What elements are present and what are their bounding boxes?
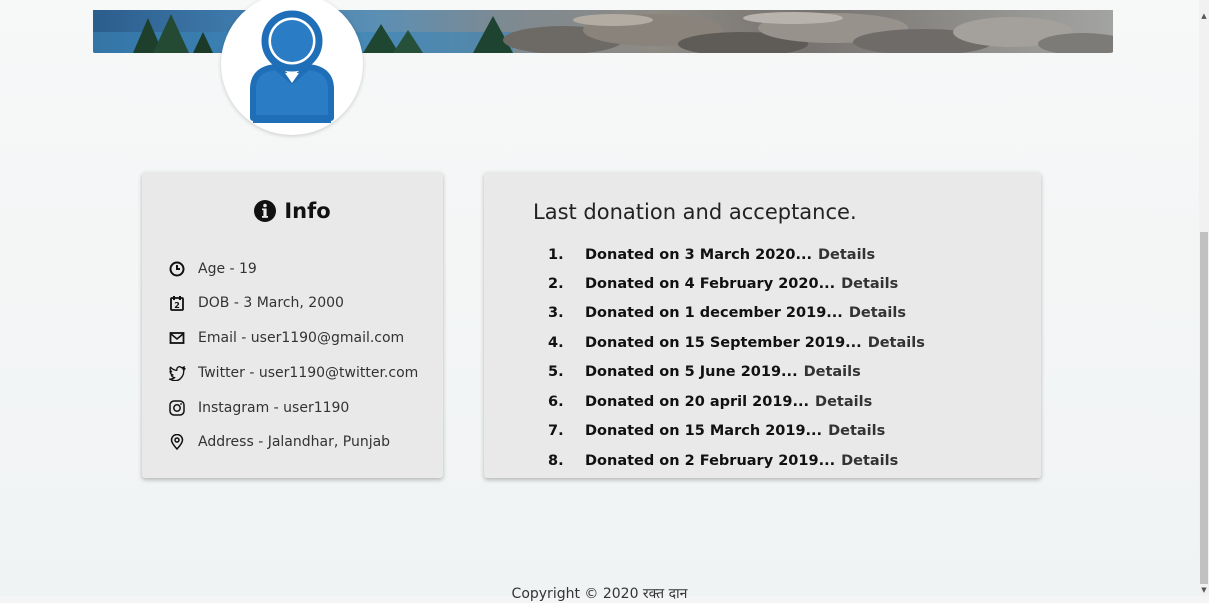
details-link[interactable]: Details — [849, 305, 906, 321]
donation-text: Donated on 20 april 2019... — [585, 394, 810, 410]
details-link[interactable]: Details — [804, 364, 861, 380]
footer-copyright: Copyright © 2020 रक्त दान — [511, 586, 688, 602]
donation-text: Donated on 4 February 2020... — [585, 276, 836, 292]
donation-text: Donated on 3 March 2020... — [585, 247, 812, 263]
details-link[interactable]: Details — [828, 423, 885, 439]
donation-number: 1. — [548, 247, 564, 263]
donation-number: 2. — [548, 276, 564, 292]
donation-text: Donated on 15 September 2019... — [585, 335, 862, 351]
info-card: Info Age - 19 2 DOB - 3 March, 2000 Emai… — [142, 172, 443, 478]
donation-text: Donated on 1 december 2019... — [585, 305, 843, 321]
svg-text:2: 2 — [174, 301, 180, 310]
info-age-text: Age - 19 — [198, 261, 257, 277]
donation-item: 6. Donated on 20 april 2019... Details — [548, 391, 872, 413]
info-item-age: Age - 19 — [168, 258, 257, 280]
details-link[interactable]: Details — [818, 247, 875, 263]
details-link[interactable]: Details — [841, 453, 898, 469]
info-instagram-text: Instagram - user1190 — [198, 400, 350, 416]
info-email-text: Email - user1190@gmail.com — [198, 330, 405, 346]
info-item-dob: 2 DOB - 3 March, 2000 — [168, 292, 344, 314]
info-title: Info — [284, 199, 331, 223]
details-link[interactable]: Details — [815, 394, 872, 410]
donation-item: 4. Donated on 15 September 2019... Detai… — [548, 332, 925, 354]
donation-item: 5. Donated on 5 June 2019... Details — [548, 361, 861, 383]
donation-text: Donated on 5 June 2019... — [585, 364, 798, 380]
donation-item: 1. Donated on 3 March 2020... Details — [548, 244, 875, 266]
donation-number: 5. — [548, 364, 564, 380]
mail-icon — [168, 329, 186, 347]
details-link[interactable]: Details — [841, 276, 898, 292]
info-dob-text: DOB - 3 March, 2000 — [198, 295, 344, 311]
calendar-icon: 2 — [168, 294, 186, 312]
donation-number: 3. — [548, 305, 564, 321]
instagram-icon — [168, 399, 186, 417]
donation-heading: Last donation and acceptance. — [533, 200, 857, 224]
info-address-text: Address - Jalandhar, Punjab — [198, 434, 391, 450]
info-twitter-text: Twitter - user1190@twitter.com — [198, 365, 419, 381]
twitter-icon — [168, 364, 186, 382]
scrollbar-thumb[interactable] — [1200, 232, 1208, 584]
donation-text: Donated on 15 March 2019... — [585, 423, 823, 439]
info-item-email: Email - user1190@gmail.com — [168, 327, 404, 349]
clock-icon — [168, 260, 186, 278]
donation-number: 8. — [548, 453, 564, 469]
donation-item: 7. Donated on 15 March 2019... Details — [548, 420, 885, 442]
donation-item: 8. Donated on 2 February 2019... Details — [548, 450, 898, 472]
donation-number: 4. — [548, 335, 564, 351]
scroll-up-arrow-icon[interactable]: ▲ — [1199, 10, 1209, 22]
donation-item: 2. Donated on 4 February 2020... Details — [548, 273, 898, 295]
donation-item: 3. Donated on 1 december 2019... Details — [548, 302, 906, 324]
donation-text: Donated on 2 February 2019... — [585, 453, 836, 469]
scroll-down-arrow-icon[interactable]: ▼ — [1199, 584, 1209, 596]
donation-number: 6. — [548, 394, 564, 410]
vertical-scrollbar[interactable]: ▲ ▼ — [1199, 0, 1209, 596]
info-heading: Info — [142, 199, 443, 223]
info-item-twitter: Twitter - user1190@twitter.com — [168, 362, 418, 384]
details-link[interactable]: Details — [868, 335, 925, 351]
info-item-instagram: Instagram - user1190 — [168, 397, 349, 419]
info-icon — [254, 200, 277, 222]
donation-card: Last donation and acceptance. 1. Donated… — [484, 172, 1041, 478]
info-item-address: Address - Jalandhar, Punjab — [168, 431, 390, 453]
location-pin-icon — [168, 433, 186, 451]
donation-number: 7. — [548, 423, 564, 439]
